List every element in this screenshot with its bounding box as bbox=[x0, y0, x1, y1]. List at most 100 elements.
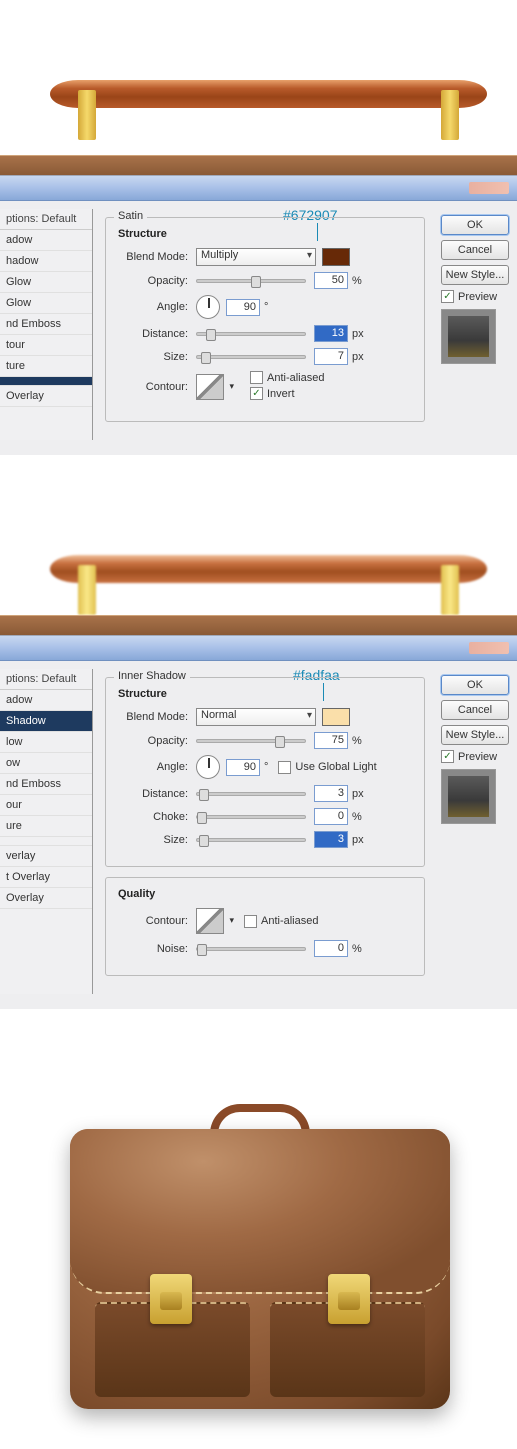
preview-checkbox[interactable]: ✓ bbox=[441, 750, 454, 763]
distance-slider[interactable] bbox=[196, 332, 306, 336]
color-swatch[interactable] bbox=[322, 708, 350, 726]
opacity-input[interactable]: 50 bbox=[314, 272, 348, 289]
style-item-selected[interactable]: Shadow bbox=[0, 711, 92, 732]
opacity-slider[interactable] bbox=[196, 739, 306, 743]
angle-dial[interactable] bbox=[196, 755, 220, 779]
fieldset-legend: Inner Shadow bbox=[114, 670, 190, 682]
styles-list: ptions: Default adow Shadow low ow nd Em… bbox=[0, 669, 93, 994]
fieldset-legend: Satin bbox=[114, 210, 147, 222]
contour-picker[interactable] bbox=[196, 374, 224, 400]
distance-input[interactable]: 3 bbox=[314, 785, 348, 802]
distance-input[interactable]: 13 bbox=[314, 325, 348, 342]
invert-label: Invert bbox=[267, 388, 295, 400]
structure-header: Structure bbox=[118, 688, 412, 700]
antialiased-checkbox[interactable] bbox=[244, 915, 257, 928]
style-item[interactable]: ure bbox=[0, 816, 92, 837]
style-item[interactable]: tour bbox=[0, 335, 92, 356]
unit-px: px bbox=[352, 328, 364, 340]
choke-label: Choke: bbox=[118, 811, 188, 823]
opacity-input[interactable]: 75 bbox=[314, 732, 348, 749]
preview-thumbnail bbox=[441, 309, 496, 364]
unit-pct: % bbox=[352, 735, 362, 747]
angle-input[interactable]: 90 bbox=[226, 299, 260, 316]
preview-checkbox[interactable]: ✓ bbox=[441, 290, 454, 303]
antialiased-label: Anti-aliased bbox=[261, 915, 318, 927]
unit-pct: % bbox=[352, 943, 362, 955]
blend-mode-label: Blend Mode: bbox=[118, 711, 188, 723]
cancel-button[interactable]: Cancel bbox=[441, 700, 509, 720]
distance-label: Distance: bbox=[118, 788, 188, 800]
quality-header: Quality bbox=[118, 888, 412, 900]
preview-image-a bbox=[0, 0, 517, 175]
layer-style-dialog-a: ptions: Default adow hadow Glow Glow nd … bbox=[0, 175, 517, 455]
dialog-titlebar[interactable] bbox=[0, 636, 517, 661]
style-item-selected[interactable] bbox=[0, 377, 92, 386]
style-item[interactable]: hadow bbox=[0, 251, 92, 272]
blend-mode-select[interactable]: Multiply bbox=[196, 248, 316, 266]
antialiased-label: Anti-aliased bbox=[267, 372, 324, 384]
size-slider[interactable] bbox=[196, 838, 306, 842]
style-item[interactable]: Glow bbox=[0, 272, 92, 293]
new-style-button[interactable]: New Style... bbox=[441, 265, 509, 285]
satin-fieldset: Satin Structure Blend Mode: Multiply Opa… bbox=[105, 217, 425, 422]
size-input[interactable]: 3 bbox=[314, 831, 348, 848]
choke-slider[interactable] bbox=[196, 815, 306, 819]
color-swatch[interactable] bbox=[322, 248, 350, 266]
style-item[interactable]: low bbox=[0, 732, 92, 753]
opacity-label: Opacity: bbox=[118, 735, 188, 747]
cancel-button[interactable]: Cancel bbox=[441, 240, 509, 260]
angle-label: Angle: bbox=[118, 761, 188, 773]
style-item[interactable]: Overlay bbox=[0, 386, 92, 407]
style-item[interactable]: nd Emboss bbox=[0, 774, 92, 795]
size-input[interactable]: 7 bbox=[314, 348, 348, 365]
preview-label: Preview bbox=[458, 291, 497, 303]
unit-deg: ° bbox=[264, 301, 268, 313]
style-item[interactable]: adow bbox=[0, 230, 92, 251]
unit-px: px bbox=[352, 834, 364, 846]
unit-deg: ° bbox=[264, 761, 268, 773]
angle-label: Angle: bbox=[118, 301, 188, 313]
opacity-slider[interactable] bbox=[196, 279, 306, 283]
style-item[interactable] bbox=[0, 837, 92, 846]
structure-header: Structure bbox=[118, 228, 412, 240]
layer-style-dialog-b: ptions: Default adow Shadow low ow nd Em… bbox=[0, 635, 517, 1009]
style-item[interactable]: ow bbox=[0, 753, 92, 774]
quality-fieldset: Quality Contour: Anti-aliased Noise: 0 % bbox=[105, 877, 425, 976]
preview-thumbnail bbox=[441, 769, 496, 824]
style-item[interactable]: t Overlay bbox=[0, 867, 92, 888]
style-item[interactable]: Glow bbox=[0, 293, 92, 314]
style-item[interactable]: nd Emboss bbox=[0, 314, 92, 335]
use-global-checkbox[interactable] bbox=[278, 761, 291, 774]
invert-checkbox[interactable]: ✓ bbox=[250, 387, 263, 400]
size-label: Size: bbox=[118, 351, 188, 363]
antialiased-checkbox[interactable] bbox=[250, 371, 263, 384]
unit-pct: % bbox=[352, 811, 362, 823]
styles-list-header: ptions: Default bbox=[0, 209, 92, 230]
choke-input[interactable]: 0 bbox=[314, 808, 348, 825]
unit-pct: % bbox=[352, 275, 362, 287]
ok-button[interactable]: OK bbox=[441, 215, 509, 235]
angle-input[interactable]: 90 bbox=[226, 759, 260, 776]
unit-px: px bbox=[352, 788, 364, 800]
distance-slider[interactable] bbox=[196, 792, 306, 796]
style-item[interactable]: ture bbox=[0, 356, 92, 377]
styles-list: ptions: Default adow hadow Glow Glow nd … bbox=[0, 209, 93, 440]
final-result-image bbox=[0, 1029, 517, 1449]
preview-label: Preview bbox=[458, 751, 497, 763]
size-slider[interactable] bbox=[196, 355, 306, 359]
style-item[interactable]: adow bbox=[0, 690, 92, 711]
contour-picker[interactable] bbox=[196, 908, 224, 934]
new-style-button[interactable]: New Style... bbox=[441, 725, 509, 745]
style-item[interactable]: verlay bbox=[0, 846, 92, 867]
dialog-titlebar[interactable] bbox=[0, 176, 517, 201]
contour-label: Contour: bbox=[118, 381, 188, 393]
blend-mode-select[interactable]: Normal bbox=[196, 708, 316, 726]
noise-input[interactable]: 0 bbox=[314, 940, 348, 957]
noise-label: Noise: bbox=[118, 943, 188, 955]
style-item[interactable]: our bbox=[0, 795, 92, 816]
ok-button[interactable]: OK bbox=[441, 675, 509, 695]
style-item[interactable]: Overlay bbox=[0, 888, 92, 909]
angle-dial[interactable] bbox=[196, 295, 220, 319]
noise-slider[interactable] bbox=[196, 947, 306, 951]
distance-label: Distance: bbox=[118, 328, 188, 340]
